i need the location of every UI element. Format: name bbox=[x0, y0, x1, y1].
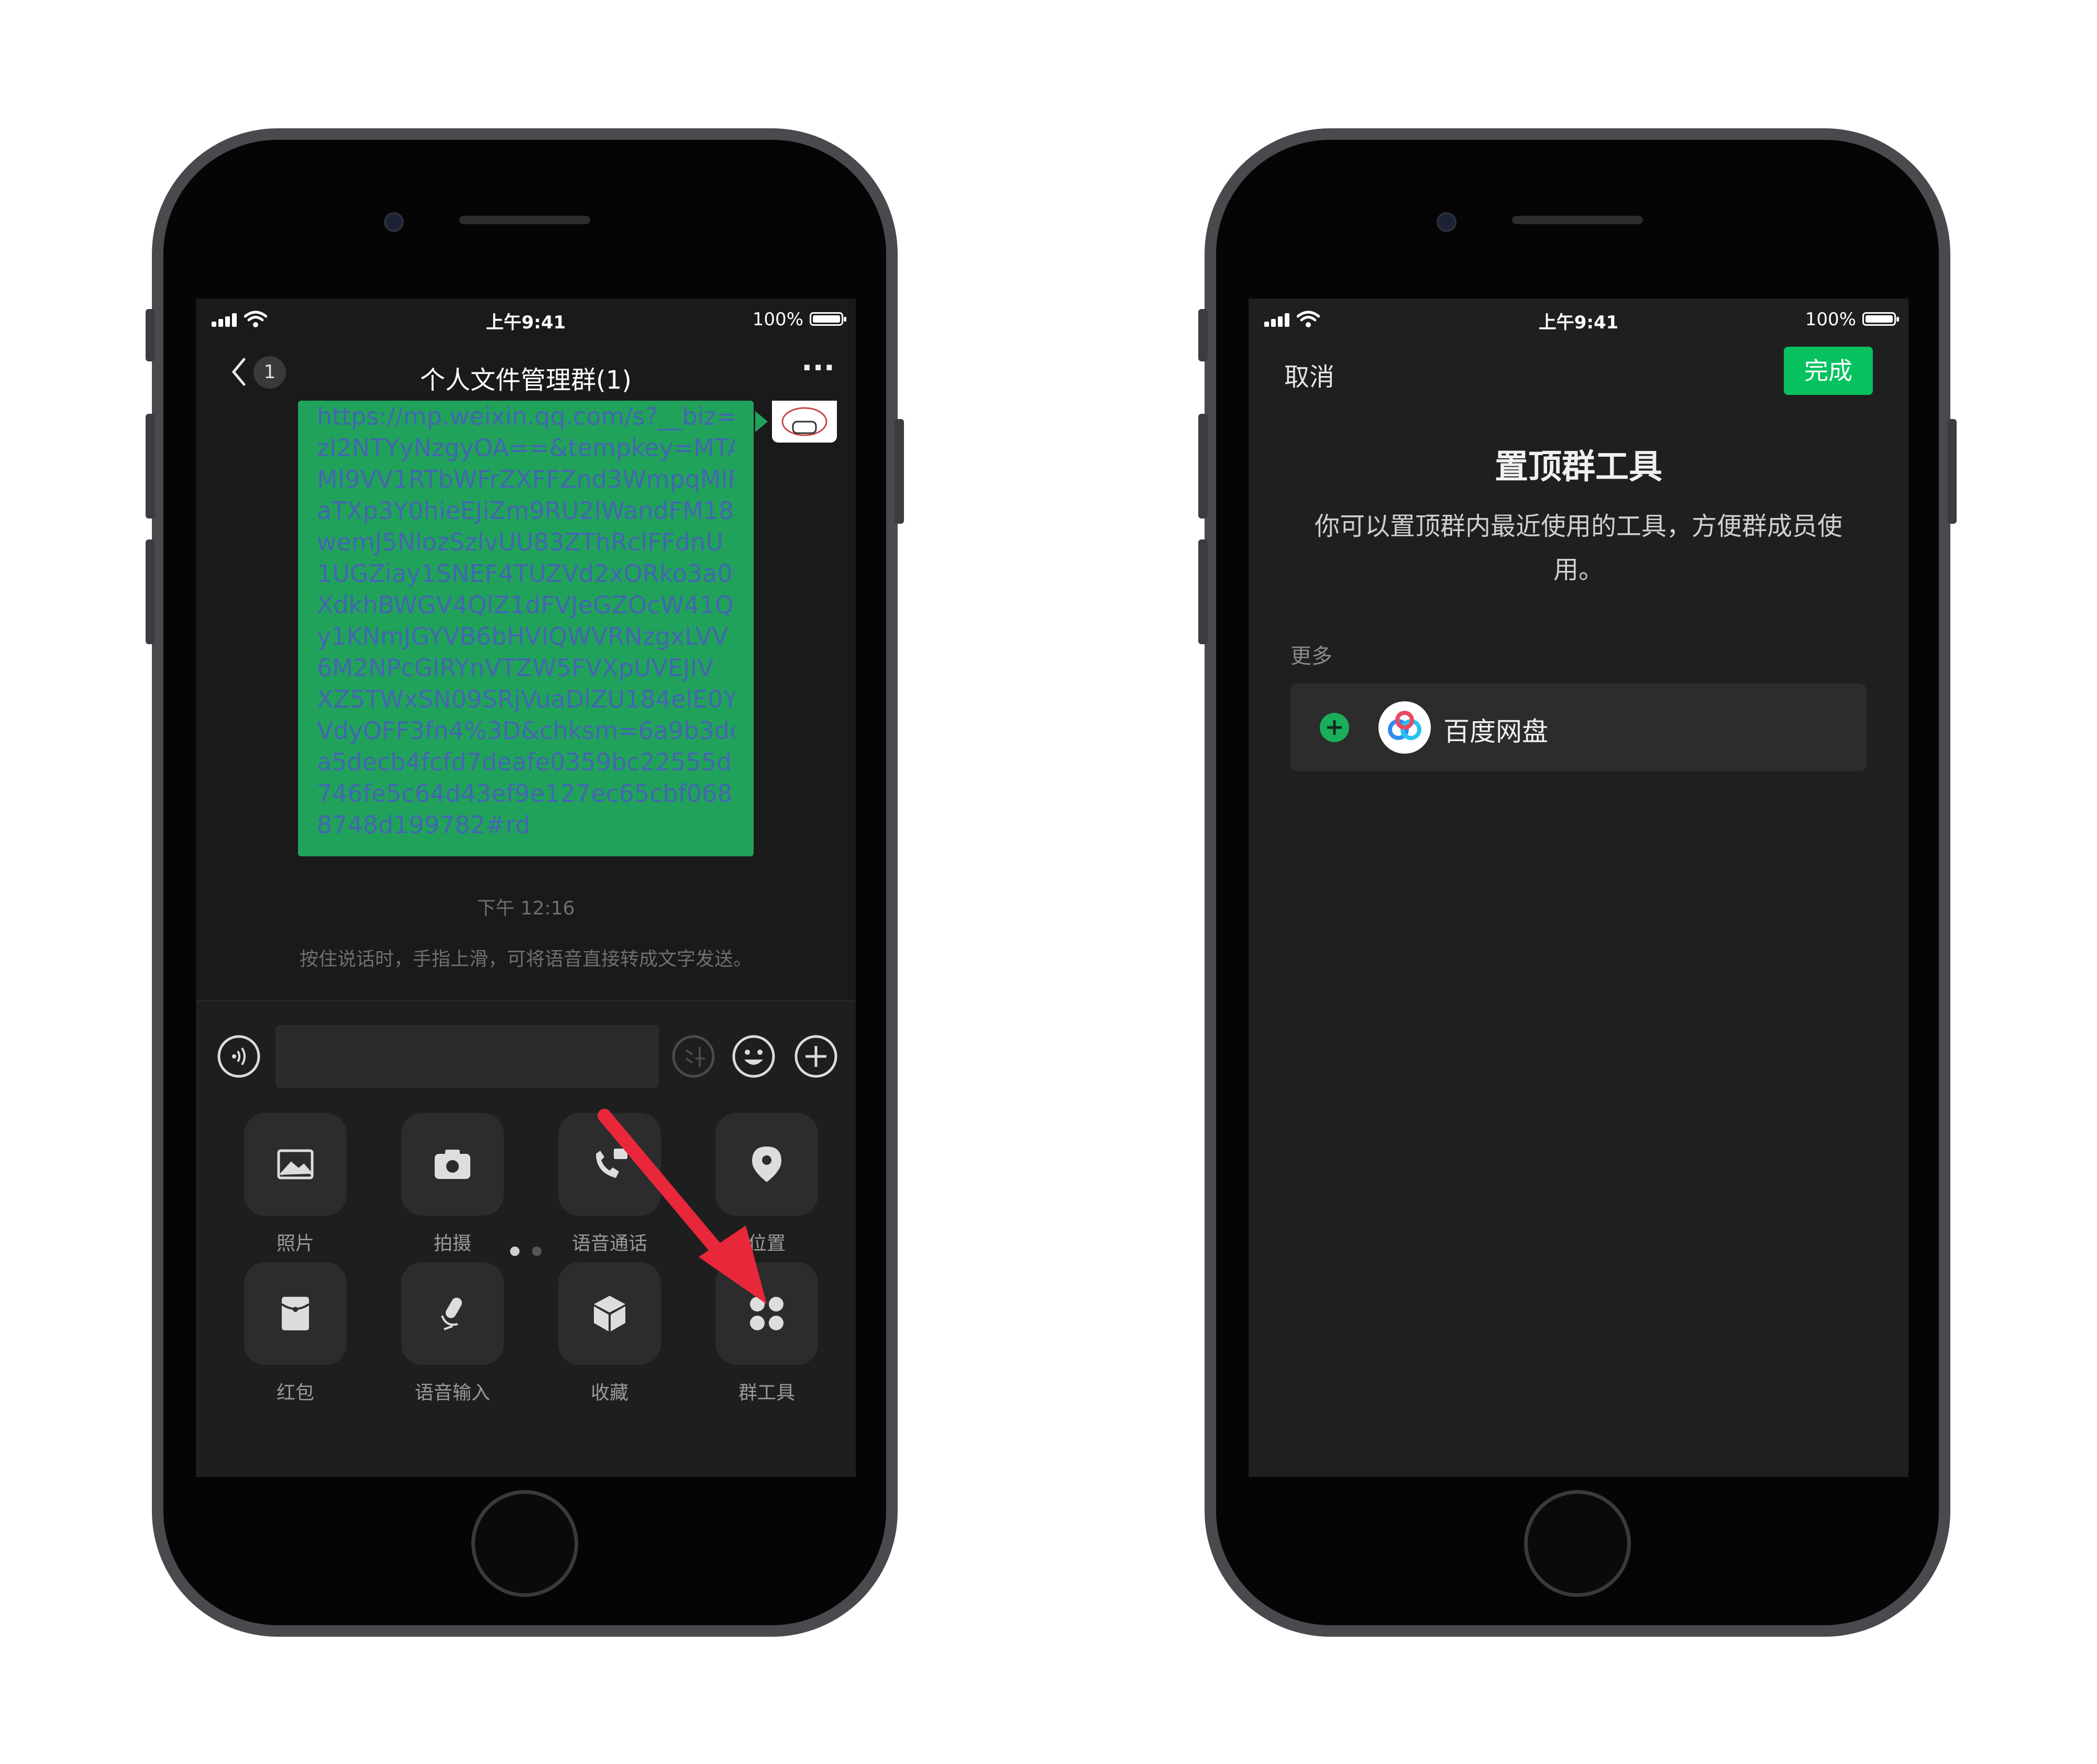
message-bubble[interactable]: https://mp.weixin.qq.com/s?__biz=M zI2NTY… bbox=[298, 401, 754, 856]
plus-icon[interactable] bbox=[794, 1034, 838, 1078]
message-line: y1KNmJGYVB6bHVIQWVRNzgxLVV bbox=[317, 622, 729, 651]
front-camera bbox=[1437, 212, 1456, 232]
battery-percent: 100% bbox=[1805, 309, 1856, 330]
message-line: 8748d199782#rd bbox=[317, 811, 531, 839]
message-line: https://mp.weixin.qq.com/s?__biz=M bbox=[317, 402, 735, 431]
voice-mode-icon[interactable] bbox=[217, 1034, 261, 1078]
message-line: a5decb4fcfd7deafe0359bc22555d bbox=[317, 748, 732, 776]
left-screen: 上午9:41 100% 1 个人文件管理群(1) ··· https://mp.… bbox=[196, 299, 856, 1477]
voice-input-icon bbox=[401, 1262, 504, 1365]
battery-icon bbox=[810, 312, 846, 326]
tool-voice-input[interactable]: 语音输入 bbox=[374, 1262, 531, 1405]
message-line: aTXp3Y0hieEJiZm9RU2lWandFM18 bbox=[317, 497, 734, 525]
photo-icon bbox=[244, 1113, 347, 1216]
section-label: 更多 bbox=[1290, 644, 1332, 668]
battery-percent: 100% bbox=[752, 309, 803, 330]
message-line: 1UGZiay1SNEF4TUZVd2xORko3a0t bbox=[317, 559, 735, 588]
tool-camera[interactable]: 拍摄 bbox=[374, 1113, 531, 1255]
avatar[interactable] bbox=[772, 401, 837, 443]
page-title: 置顶群工具 bbox=[1495, 448, 1662, 487]
message-line: XZ5TWxSN09SRjVuaDlZU184elE0Y bbox=[317, 685, 735, 713]
add-icon[interactable] bbox=[1319, 712, 1350, 743]
red-arrow-annotation bbox=[598, 1109, 767, 1304]
tool-item-row[interactable]: 百度网盘 bbox=[1290, 683, 1867, 771]
earpiece bbox=[459, 216, 590, 224]
tool-label: 语音输入 bbox=[414, 1382, 490, 1404]
home-button[interactable] bbox=[1524, 1490, 1631, 1597]
message-line: XdkhBWGV4QlZ1dFVJeGZOcW41Q bbox=[317, 591, 734, 619]
message-line: MI9VV1RTbWFrZXFFZnd3WmpqMlF bbox=[317, 465, 735, 493]
tool-label: 收藏 bbox=[590, 1382, 628, 1404]
home-button[interactable] bbox=[471, 1490, 578, 1597]
cancel-button[interactable]: 取消 bbox=[1284, 356, 1334, 393]
message-line: 6M2NPcGlRYnVTZW5FVXpUVEJIV bbox=[317, 654, 714, 682]
tool-label: 红包 bbox=[276, 1382, 314, 1404]
page-description-line1: 你可以置顶群内最近使用的工具，方便群成员使 bbox=[1314, 512, 1842, 541]
page-description-line2: 用。 bbox=[1553, 555, 1604, 585]
camera-icon bbox=[401, 1113, 504, 1216]
voice-hint: 按住说话时，手指上滑，可将语音直接转成文字发送。 bbox=[299, 949, 752, 970]
tool-photo[interactable]: 照片 bbox=[217, 1113, 374, 1255]
message-line: 746fe5c64d43ef9e127ec65cbf068 bbox=[317, 779, 733, 808]
red-packet-icon bbox=[244, 1262, 347, 1365]
message-line: zI2NTYyNzgyOA==&tempkey=MTA1 bbox=[317, 434, 735, 462]
done-button[interactable]: 完成 bbox=[1784, 347, 1873, 395]
emoji-icon[interactable] bbox=[732, 1034, 776, 1078]
chat-title: 个人文件管理群(1) bbox=[420, 366, 632, 395]
more-button[interactable]: ··· bbox=[801, 351, 835, 385]
status-bar: 上午9:41 100% bbox=[1249, 299, 1908, 346]
dou-icon[interactable] bbox=[671, 1034, 715, 1078]
message-line: VdyOFF3fn4%3D&chksm=6a9b3de bbox=[317, 716, 735, 745]
battery-icon bbox=[1862, 312, 1899, 326]
right-screen: 上午9:41 100% 取消 完成 置顶群工具 你可以置顶群内最近使用的工具，方… bbox=[1249, 299, 1908, 1477]
chat-nav-bar: 1 个人文件管理群(1) ··· bbox=[196, 346, 856, 401]
status-bar: 上午9:41 100% bbox=[196, 299, 856, 346]
message-line: wemJ5NlozSzlvUU83ZThRclFFdnU bbox=[317, 528, 724, 556]
tool-label: 群工具 bbox=[738, 1382, 795, 1404]
tool-red-packet[interactable]: 红包 bbox=[217, 1262, 374, 1405]
front-camera bbox=[384, 212, 404, 232]
message-input[interactable] bbox=[275, 1025, 659, 1088]
tool-item-name: 百度网盘 bbox=[1443, 716, 1548, 747]
baidu-netdisk-icon bbox=[1378, 701, 1431, 754]
message-timestamp: 下午 12:16 bbox=[477, 898, 575, 919]
earpiece bbox=[1512, 216, 1643, 224]
